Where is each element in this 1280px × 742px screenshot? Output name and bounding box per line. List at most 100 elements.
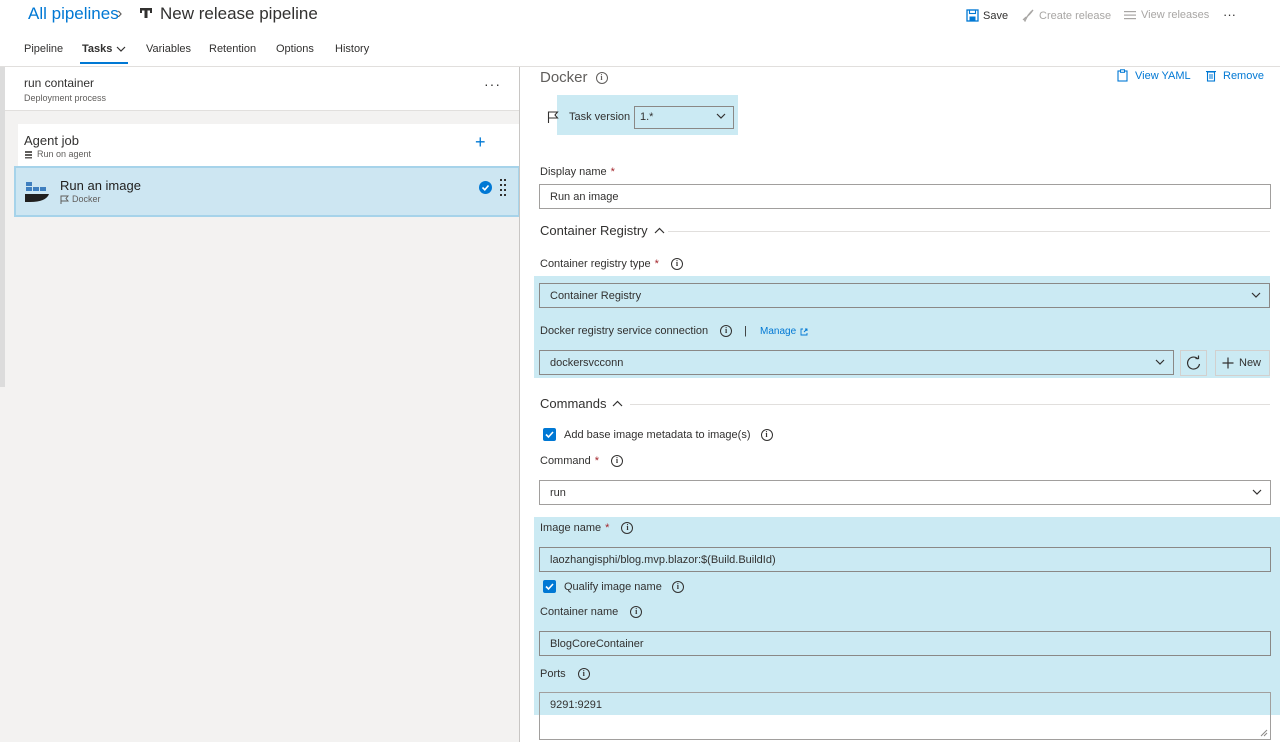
service-connection-label-text: Docker registry service connection: [540, 325, 709, 337]
save-icon: [966, 9, 979, 22]
add-metadata-checkbox-row[interactable]: Add base image metadata to image(s) i: [543, 428, 773, 441]
breadcrumb-separator: ›: [117, 5, 123, 22]
container-name-label: Container name i: [540, 606, 643, 618]
active-tab-indicator: [80, 62, 128, 64]
create-release-button[interactable]: Create release: [1021, 9, 1111, 22]
separator: |: [744, 325, 747, 337]
qualify-image-name-row[interactable]: Qualify image name i: [543, 580, 684, 593]
add-metadata-label: Add base image metadata to image(s): [564, 428, 751, 441]
scrollbar[interactable]: [0, 67, 5, 387]
tab-options[interactable]: Options: [276, 43, 314, 55]
resize-handle-icon[interactable]: [1260, 729, 1268, 737]
info-icon[interactable]: i: [760, 428, 773, 441]
display-name-label-text: Display name: [540, 166, 607, 178]
agent-job-subtitle: Run on agent: [24, 149, 91, 159]
tab-retention[interactable]: Retention: [209, 43, 256, 55]
agent-job-item[interactable]: [18, 124, 519, 166]
list-icon: [1124, 11, 1136, 20]
display-name-input[interactable]: Run an image: [539, 184, 1271, 209]
commands-section-header[interactable]: Commands: [540, 396, 623, 411]
agent-job-title: Agent job: [24, 133, 79, 148]
tab-tasks[interactable]: Tasks: [82, 43, 126, 55]
drag-handle-icon[interactable]: [500, 178, 506, 200]
task-subtitle: Docker: [60, 194, 101, 204]
info-icon[interactable]: i: [611, 455, 624, 467]
flag-icon: [60, 195, 69, 204]
container-registry-section-header[interactable]: Container Registry: [540, 223, 665, 238]
registry-type-label-text: Container registry type: [540, 258, 651, 270]
new-connection-label: New: [1239, 357, 1262, 369]
chevron-down-icon: [1251, 292, 1261, 298]
qualify-image-name-checkbox[interactable]: [543, 580, 556, 593]
info-icon[interactable]: i: [671, 580, 684, 593]
plus-icon: [1222, 357, 1234, 369]
chevron-up-icon: [613, 400, 623, 407]
required-mark: *: [594, 455, 600, 467]
view-releases-label: View releases: [1141, 9, 1210, 21]
pipeline-title: New release pipeline: [160, 4, 318, 23]
save-button[interactable]: Save: [966, 9, 1008, 22]
display-name-label: Display name *: [540, 166, 615, 178]
breadcrumb-all-pipelines[interactable]: All pipelines: [28, 4, 119, 24]
service-connection-select[interactable]: dockersvcconn: [539, 350, 1174, 375]
image-name-input[interactable]: laozhangisphi/blog.mvp.blazor:$(Build.Bu…: [539, 547, 1271, 572]
section-divider: [668, 231, 1270, 232]
manage-link-text: Manage: [760, 326, 797, 337]
tab-tasks-label: Tasks: [82, 43, 113, 55]
info-icon[interactable]: i: [577, 668, 590, 680]
tab-variables[interactable]: Variables: [146, 43, 191, 55]
ports-textarea[interactable]: 9291:9291: [539, 692, 1271, 740]
info-icon[interactable]: i: [595, 71, 608, 84]
check-icon: [479, 181, 492, 194]
chevron-down-icon: [1155, 359, 1165, 365]
command-select[interactable]: run: [539, 480, 1271, 505]
add-metadata-checkbox[interactable]: [543, 428, 556, 441]
chevron-down-icon: [116, 46, 126, 52]
ports-label-text: Ports: [540, 668, 566, 680]
required-mark: *: [610, 166, 615, 178]
image-name-label-text: Image name: [540, 522, 602, 534]
image-name-label: Image name * i: [540, 522, 634, 534]
manage-link[interactable]: Manage: [760, 326, 808, 337]
trash-icon: [1206, 71, 1216, 82]
add-task-button[interactable]: +: [475, 133, 486, 151]
tab-history[interactable]: History: [335, 43, 369, 55]
qualify-image-name-label: Qualify image name: [564, 580, 662, 593]
container-name-input[interactable]: BlogCoreContainer: [539, 631, 1271, 656]
required-mark: *: [654, 258, 659, 270]
rocket-icon: [1022, 9, 1034, 22]
container-registry-section-title: Container Registry: [540, 223, 648, 238]
command-value: run: [550, 487, 566, 499]
registry-type-label: Container registry type * i: [540, 258, 683, 270]
registry-type-select[interactable]: Container Registry: [539, 283, 1270, 308]
view-yaml-button[interactable]: View YAML: [1116, 69, 1191, 82]
task-version-label: Task version: [569, 111, 631, 123]
commands-section-title: Commands: [540, 396, 607, 411]
clipboard-icon: [1117, 69, 1128, 82]
view-yaml-label: View YAML: [1135, 69, 1191, 82]
ports-label: Ports i: [540, 668, 590, 680]
flag-icon: [547, 111, 559, 123]
info-icon[interactable]: i: [720, 325, 733, 337]
docker-icon: [25, 182, 49, 202]
tab-pipeline[interactable]: Pipeline: [24, 43, 63, 55]
container-name-label-text: Container name: [540, 606, 619, 618]
info-icon[interactable]: i: [630, 606, 643, 618]
pane-splitter[interactable]: [519, 67, 520, 742]
external-link-icon: [800, 328, 808, 335]
stage-more-button[interactable]: ···: [484, 76, 501, 92]
info-icon[interactable]: i: [621, 522, 634, 534]
refresh-button[interactable]: [1180, 350, 1207, 376]
section-divider: [630, 404, 1270, 405]
ports-value: 9291:9291: [550, 699, 602, 711]
new-connection-button[interactable]: New: [1215, 350, 1270, 376]
task-title: Run an image: [60, 178, 141, 193]
remove-button[interactable]: Remove: [1205, 69, 1264, 82]
command-label: Command * i: [540, 455, 624, 467]
create-release-label: Create release: [1039, 9, 1112, 22]
more-actions-button[interactable]: ···: [1223, 7, 1236, 22]
info-icon[interactable]: i: [670, 258, 683, 270]
server-icon: [25, 150, 32, 158]
view-releases-button[interactable]: View releases: [1123, 9, 1209, 21]
chevron-up-icon: [654, 227, 665, 234]
